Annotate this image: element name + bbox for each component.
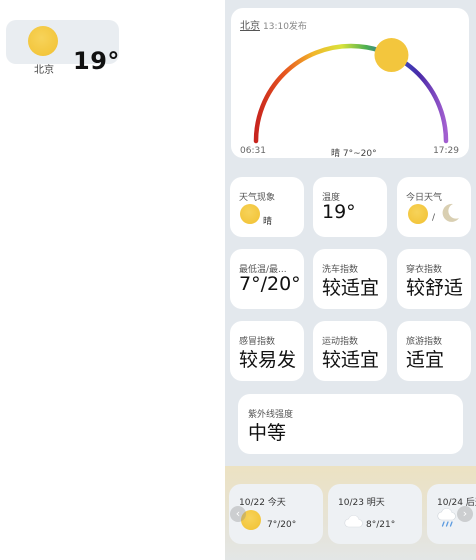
tile-label: 今日天气 <box>406 193 443 203</box>
weather-range: 晴 7°~20° <box>331 149 377 159</box>
tile-cold-index[interactable]: 感冒指数 较易发 <box>230 321 304 381</box>
forecast-card-tomorrow[interactable]: 10/23 明天 8°/21° <box>328 484 422 544</box>
moon-icon <box>442 203 459 222</box>
tile-value: 7°/20° <box>239 273 301 295</box>
forecast-next-button[interactable]: › <box>457 506 473 522</box>
sunrise-time: 06:31 <box>240 146 266 156</box>
tile-dressing-index[interactable]: 穿衣指数 较舒适 <box>397 249 471 309</box>
sun-icon <box>408 204 428 224</box>
arc-header: 北京 13:10发布 <box>240 17 307 32</box>
tile-value: 适宜 <box>406 349 445 371</box>
tile-value: 较易发 <box>239 349 297 371</box>
weather-detail-panel: 北京 13:10发布 06:31 晴 7°~20° 17:29 天气现象 晴 温度… <box>225 0 476 560</box>
tile-value: 较适宜 <box>322 349 380 371</box>
sun-arc-card: 北京 13:10发布 06:31 晴 7°~20° 17:29 <box>231 8 469 159</box>
arc-city[interactable]: 北京 <box>240 21 260 32</box>
phenomenon-text: 晴 <box>263 217 273 227</box>
tile-car-wash-index[interactable]: 洗车指数 较适宜 <box>313 249 387 309</box>
tile-value: 中等 <box>248 422 287 444</box>
sun-position-icon <box>374 38 409 73</box>
sun-icon <box>28 26 58 56</box>
forecast-temp: 8°/21° <box>366 520 396 530</box>
day-night-separator: / <box>432 213 436 223</box>
tile-sport-index[interactable]: 运动指数 较适宜 <box>313 321 387 381</box>
widget-temperature: 19° <box>73 47 120 75</box>
sun-arc-path <box>253 43 449 144</box>
widget-city: 北京 <box>34 65 54 76</box>
tile-value: 19° <box>322 201 356 223</box>
tile-min-max-temp[interactable]: 最低温/最... 7°/20° <box>230 249 304 309</box>
tile-travel-index[interactable]: 旅游指数 适宜 <box>397 321 471 381</box>
forecast-temp: 7°/20° <box>267 520 297 530</box>
cloud-icon <box>344 515 363 528</box>
tile-temperature[interactable]: 温度 19° <box>313 177 387 237</box>
tile-today-weather[interactable]: 今日天气 / <box>397 177 471 237</box>
tile-weather-phenomenon[interactable]: 天气现象 晴 <box>230 177 304 237</box>
sun-icon <box>240 204 260 224</box>
forecast-prev-button[interactable]: ‹ <box>230 506 246 522</box>
publish-time: 13:10发布 <box>263 22 307 32</box>
forecast-date: 10/24 后天 <box>437 498 476 508</box>
tile-value: 较舒适 <box>406 277 464 299</box>
rain-icon <box>437 508 456 527</box>
tile-value: 较适宜 <box>322 277 380 299</box>
forecast-date: 10/23 明天 <box>338 498 385 508</box>
sunset-time: 17:29 <box>433 146 459 156</box>
mini-weather-widget[interactable]: 北京 19° <box>6 20 119 76</box>
forecast-date: 10/22 今天 <box>239 498 286 508</box>
tile-label: 天气现象 <box>239 193 276 203</box>
tile-uv-intensity[interactable]: 紫外线强度 中等 <box>238 394 463 454</box>
